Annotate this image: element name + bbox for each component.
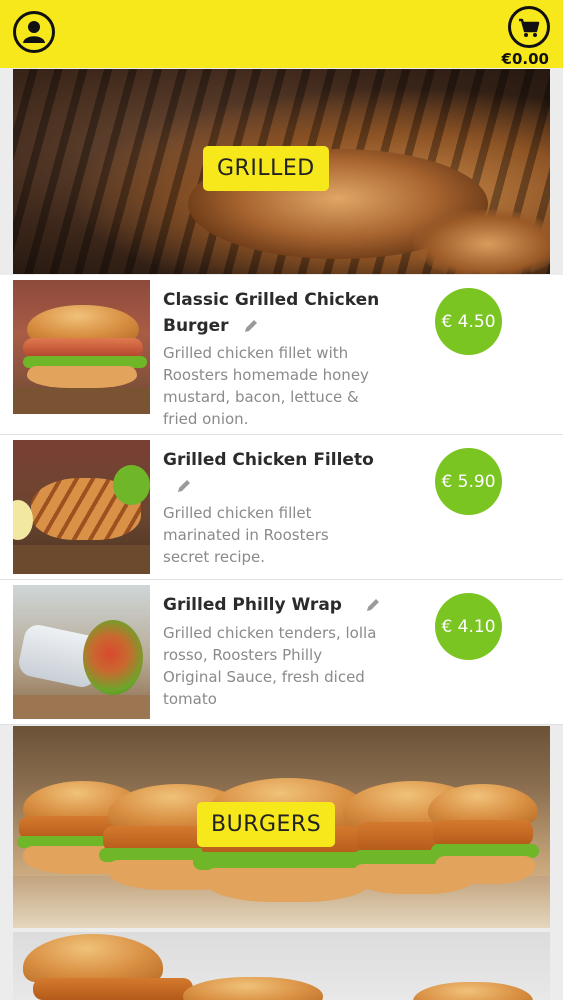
item-thumbnail — [13, 585, 150, 719]
pencil-icon[interactable] — [364, 596, 382, 614]
price-button[interactable]: € 4.50 — [435, 288, 502, 355]
cart-button[interactable] — [508, 6, 550, 48]
pencil-icon[interactable] — [175, 477, 193, 495]
app-screen: €0.00 GRILLED Classic Grilled Chicken Bu… — [0, 0, 563, 1000]
item-name: Grilled Chicken Filleto — [163, 447, 393, 499]
grilled-meat-image-2 — [413, 209, 550, 274]
item-name-text: Grilled Chicken Filleto — [163, 450, 374, 470]
cart-total: €0.00 — [501, 50, 549, 68]
top-bar: €0.00 — [0, 0, 563, 68]
item-name-text: Classic Grilled Chicken Burger — [163, 290, 380, 336]
next-category-banner[interactable] — [13, 932, 550, 1000]
item-description: Grilled chicken fillet marinated in Roos… — [163, 504, 329, 566]
menu-item[interactable]: Classic Grilled Chicken Burger Grilled c… — [0, 275, 563, 435]
price-button[interactable]: € 5.90 — [435, 448, 502, 515]
item-name: Classic Grilled Chicken Burger — [163, 287, 393, 339]
cart-icon — [519, 18, 540, 37]
item-thumbnail — [13, 280, 150, 414]
menu-item[interactable]: Grilled Philly Wrap Grilled chicken tend… — [0, 580, 563, 725]
menu-item[interactable]: Grilled Chicken Filleto Grilled chicken … — [0, 435, 563, 580]
profile-button[interactable] — [13, 11, 55, 53]
price-button[interactable]: € 4.10 — [435, 593, 502, 660]
pencil-icon[interactable] — [242, 317, 260, 335]
grilled-category-banner[interactable]: GRILLED — [13, 69, 550, 274]
item-description: Grilled chicken tenders, lolla rosso, Ro… — [163, 624, 377, 708]
item-thumbnail — [13, 440, 150, 574]
item-name-text: Grilled Philly Wrap — [163, 595, 342, 615]
burgers-category-banner[interactable]: BURGERS — [13, 726, 550, 928]
user-icon — [23, 21, 45, 43]
grilled-section-label: GRILLED — [203, 146, 329, 191]
item-description: Grilled chicken fillet with Roosters hom… — [163, 344, 369, 428]
item-name: Grilled Philly Wrap — [163, 592, 393, 618]
burgers-section-label: BURGERS — [197, 802, 336, 847]
